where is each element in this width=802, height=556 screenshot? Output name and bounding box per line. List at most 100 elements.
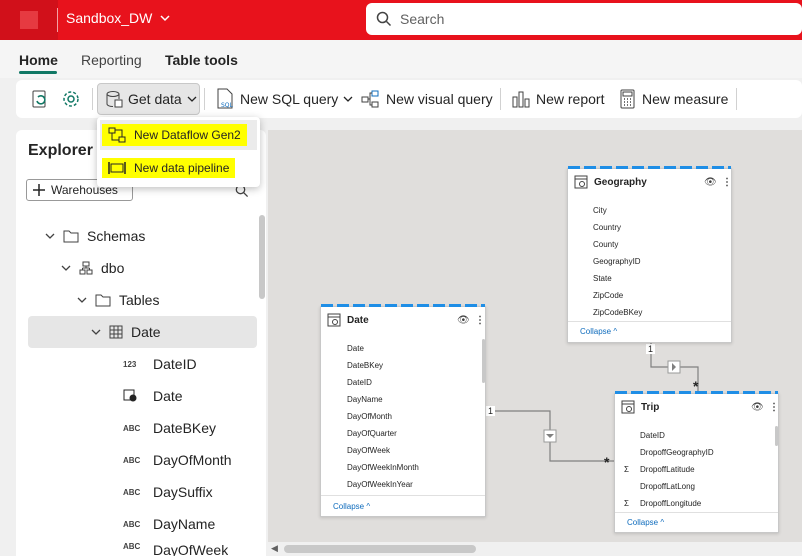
column-item[interactable]: ABC DayOfMonth bbox=[123, 448, 232, 472]
more-options-icon[interactable]: ⋮ bbox=[722, 177, 732, 188]
app-logo[interactable] bbox=[0, 0, 58, 40]
visual-query-icon bbox=[361, 90, 379, 108]
field-item[interactable]: DropoffLatLong bbox=[640, 482, 695, 491]
more-options-icon[interactable]: ⋮ bbox=[769, 402, 779, 413]
field-item[interactable]: County bbox=[593, 240, 618, 249]
explorer-scrollbar[interactable] bbox=[259, 215, 265, 299]
column-item[interactable]: ABC DayName bbox=[123, 512, 215, 536]
settings-button[interactable] bbox=[61, 86, 81, 112]
field-item[interactable]: DayOfWeek bbox=[347, 446, 390, 455]
date-title: Date bbox=[347, 314, 369, 326]
field-item[interactable]: DayName bbox=[347, 395, 383, 404]
new-report-button[interactable]: New report bbox=[511, 86, 604, 112]
tree-date-table[interactable]: Date bbox=[91, 320, 161, 344]
scroll-thumb[interactable] bbox=[284, 545, 476, 553]
tab-table-tools[interactable]: Table tools bbox=[165, 52, 238, 68]
tab-reporting[interactable]: Reporting bbox=[81, 52, 142, 68]
field-item[interactable]: City bbox=[593, 206, 607, 215]
menu-item-label: New data pipeline bbox=[134, 161, 230, 175]
toolbar-divider bbox=[204, 88, 205, 110]
column-item[interactable]: ABC DateBKey bbox=[123, 416, 216, 440]
menu-item-label: New Dataflow Gen2 bbox=[134, 128, 241, 142]
field-item[interactable]: ZipCode bbox=[593, 291, 623, 300]
table-icon bbox=[621, 400, 635, 414]
get-data-button[interactable]: Get data bbox=[105, 86, 197, 112]
workspace-selector[interactable]: Sandbox_DW bbox=[66, 10, 170, 26]
chevron-down-icon bbox=[160, 15, 170, 22]
column-item[interactable]: ABC DayOfWeek bbox=[123, 542, 228, 556]
table-icon bbox=[109, 325, 123, 339]
field-item[interactable]: ZipCodeBKey bbox=[593, 308, 642, 317]
refresh-button[interactable] bbox=[30, 86, 50, 112]
new-measure-button[interactable]: New measure bbox=[619, 86, 728, 112]
card-divider bbox=[615, 512, 778, 513]
more-options-icon[interactable]: ⋮ bbox=[475, 315, 485, 326]
column-item[interactable]: 123 DateID bbox=[123, 352, 197, 376]
tree-dbo[interactable]: dbo bbox=[61, 256, 124, 280]
eye-icon[interactable]: 👁 bbox=[457, 315, 470, 326]
type-date-icon bbox=[123, 388, 145, 404]
toolbar-divider bbox=[500, 88, 501, 110]
field-item[interactable]: State bbox=[593, 274, 612, 283]
field-item[interactable]: DropoffGeographyID bbox=[640, 448, 714, 457]
field-item[interactable]: DayOfMonth bbox=[347, 412, 392, 421]
explorer-title: Explorer bbox=[28, 142, 93, 159]
date-table-card[interactable]: Date 👁 ⋮ Date DateBKey DateID DayName Da… bbox=[320, 304, 486, 517]
field-item[interactable]: DropoffLongitude bbox=[640, 499, 701, 508]
new-sql-query-button[interactable]: SQL New SQL query bbox=[215, 86, 353, 112]
rel-one-marker: 1 bbox=[646, 344, 656, 354]
tree-label: Schemas bbox=[87, 228, 146, 244]
chevron-down-icon bbox=[45, 233, 55, 239]
field-item[interactable]: DateBKey bbox=[347, 361, 383, 370]
menu-item-new-dataflow-gen2[interactable]: New Dataflow Gen2 bbox=[100, 120, 257, 150]
field-item[interactable]: DayOfWeekInYear bbox=[347, 480, 413, 489]
collapse-button[interactable]: Collapse ^ bbox=[580, 327, 617, 336]
field-item[interactable]: Date bbox=[347, 344, 364, 353]
pipeline-icon bbox=[108, 162, 126, 174]
column-item[interactable]: ABC DaySuffix bbox=[123, 480, 213, 504]
menu-item-new-data-pipeline[interactable]: New data pipeline bbox=[100, 153, 257, 183]
database-icon bbox=[106, 91, 123, 108]
field-item[interactable]: DropoffLatitude bbox=[640, 465, 695, 474]
app-logo-icon bbox=[20, 11, 38, 29]
column-item[interactable]: Date bbox=[123, 384, 183, 408]
field-item[interactable]: Country bbox=[593, 223, 621, 232]
report-chart-icon bbox=[512, 91, 530, 108]
field-item[interactable]: DayOfQuarter bbox=[347, 429, 397, 438]
tree-schemas[interactable]: Schemas bbox=[45, 224, 145, 248]
rel-many-marker: * bbox=[604, 454, 610, 470]
new-visual-query-label: New visual query bbox=[386, 91, 493, 107]
card-scrollbar[interactable] bbox=[482, 339, 485, 383]
sum-icon: Σ bbox=[624, 499, 629, 508]
new-visual-query-button[interactable]: New visual query bbox=[361, 86, 493, 112]
eye-icon[interactable]: 👁 bbox=[751, 402, 764, 413]
scroll-left-icon[interactable]: ◀ bbox=[271, 543, 278, 554]
column-name: DateBKey bbox=[153, 420, 217, 436]
tab-home[interactable]: Home bbox=[19, 52, 58, 68]
get-data-label: Get data bbox=[128, 91, 182, 107]
card-scrollbar[interactable] bbox=[775, 426, 778, 446]
card-title: Geography bbox=[574, 175, 647, 189]
field-item[interactable]: GeographyID bbox=[593, 257, 641, 266]
svg-text:SQL: SQL bbox=[221, 102, 234, 109]
plus-icon bbox=[33, 184, 45, 196]
search-input[interactable]: Search bbox=[366, 3, 802, 35]
geography-table-card[interactable]: Geography 👁 ⋮ City Country County Geogra… bbox=[567, 166, 732, 343]
sum-icon: Σ bbox=[624, 465, 629, 474]
collapse-button[interactable]: Collapse ^ bbox=[627, 518, 664, 527]
tree-tables[interactable]: Tables bbox=[77, 288, 159, 312]
field-item[interactable]: DateID bbox=[640, 431, 665, 440]
column-name: DateID bbox=[153, 356, 197, 372]
card-divider bbox=[321, 495, 485, 496]
tree-label: Date bbox=[131, 324, 161, 340]
type-text-icon: ABC bbox=[123, 519, 141, 529]
new-sql-query-label: New SQL query bbox=[240, 91, 339, 107]
type-text-icon: ABC bbox=[123, 487, 141, 497]
field-item[interactable]: DateID bbox=[347, 378, 372, 387]
field-item[interactable]: DayOfWeekInMonth bbox=[347, 463, 419, 472]
trip-table-card[interactable]: Trip 👁 ⋮ DateID DropoffGeographyID Σ Dro… bbox=[614, 391, 779, 533]
geography-title: Geography bbox=[594, 176, 647, 188]
collapse-button[interactable]: Collapse ^ bbox=[333, 502, 370, 511]
folder-icon bbox=[95, 294, 111, 307]
eye-icon[interactable]: 👁 bbox=[704, 177, 717, 188]
